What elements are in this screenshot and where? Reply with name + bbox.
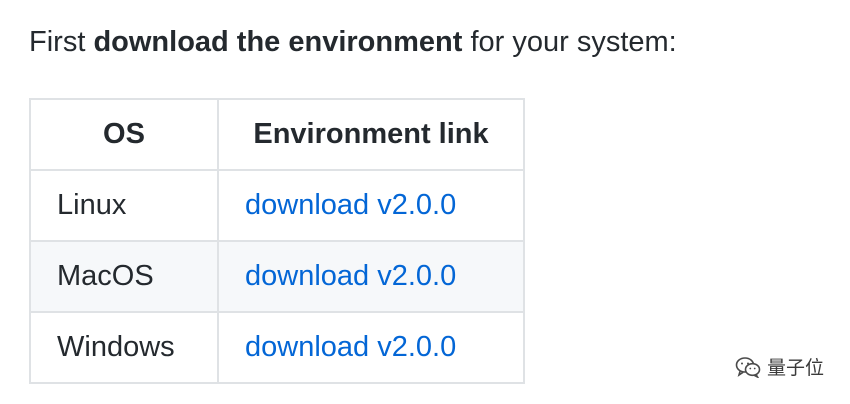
header-environment-link: Environment link	[217, 98, 525, 171]
link-cell: download v2.0.0	[217, 311, 525, 384]
download-link-linux[interactable]: download v2.0.0	[245, 189, 456, 221]
intro-text: First download the environment for your …	[29, 22, 677, 62]
os-cell: Linux	[29, 169, 219, 242]
download-link-windows[interactable]: download v2.0.0	[245, 331, 456, 363]
intro-suffix: for your system:	[462, 26, 677, 58]
table-header-row: OS Environment link	[29, 98, 525, 171]
table-row: MacOS download v2.0.0	[29, 240, 525, 313]
intro-bold: download the environment	[93, 26, 463, 58]
watermark-text: 量子位	[766, 358, 824, 379]
intro-prefix: First	[29, 26, 94, 58]
page: First download the environment for your …	[0, 0, 850, 404]
download-link-macos[interactable]: download v2.0.0	[245, 260, 456, 292]
table-row: Windows download v2.0.0	[29, 311, 525, 384]
environment-table: OS Environment link Linux download v2.0.…	[29, 98, 525, 384]
watermark: 量子位	[735, 353, 824, 380]
link-cell: download v2.0.0	[217, 240, 525, 313]
header-os: OS	[29, 98, 219, 171]
table-row: Linux download v2.0.0	[29, 169, 525, 242]
link-cell: download v2.0.0	[217, 169, 525, 242]
wechat-icon	[735, 356, 761, 378]
os-cell: MacOS	[29, 240, 219, 313]
os-cell: Windows	[29, 311, 219, 384]
